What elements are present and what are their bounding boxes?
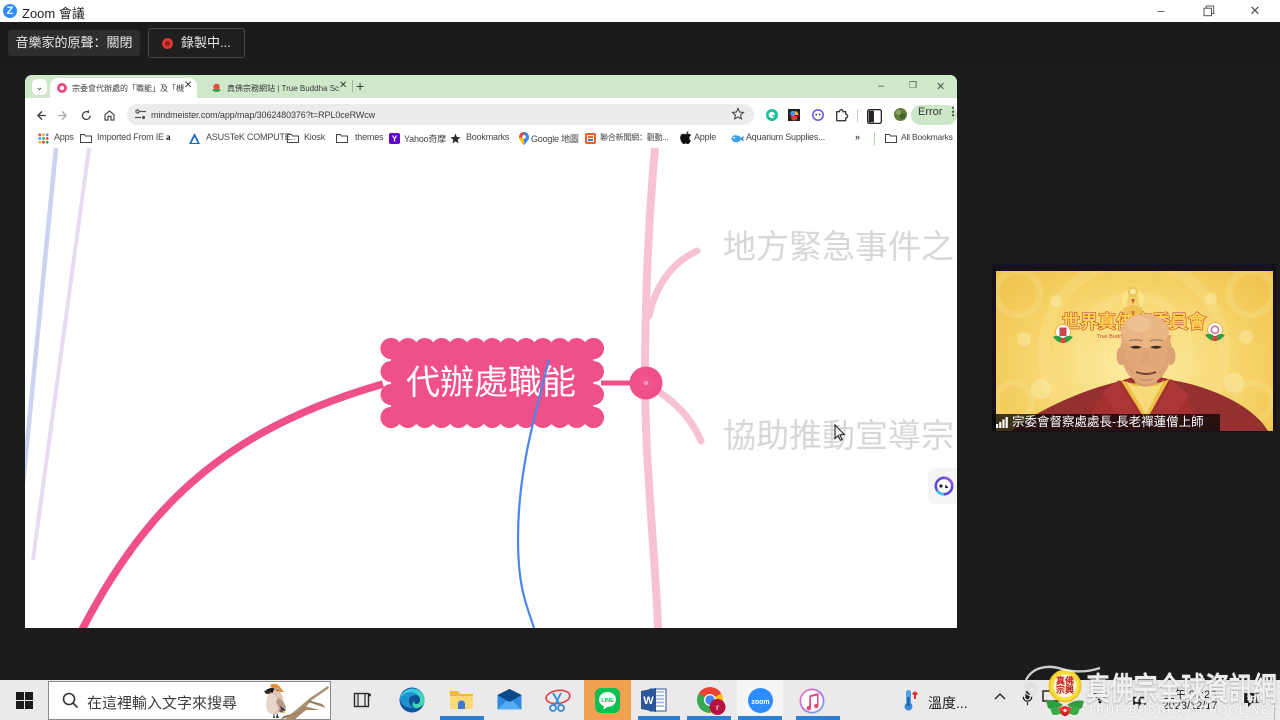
- svg-text:zoom: zoom: [751, 699, 769, 706]
- svg-text:LINE: LINE: [601, 698, 614, 704]
- svg-text:代辦處職能: 代辦處職能: [406, 364, 576, 402]
- svg-text:Y: Y: [392, 135, 398, 144]
- svg-text:W: W: [643, 695, 654, 707]
- svg-text:地方緊急事件之: 地方緊急事件之: [723, 228, 954, 265]
